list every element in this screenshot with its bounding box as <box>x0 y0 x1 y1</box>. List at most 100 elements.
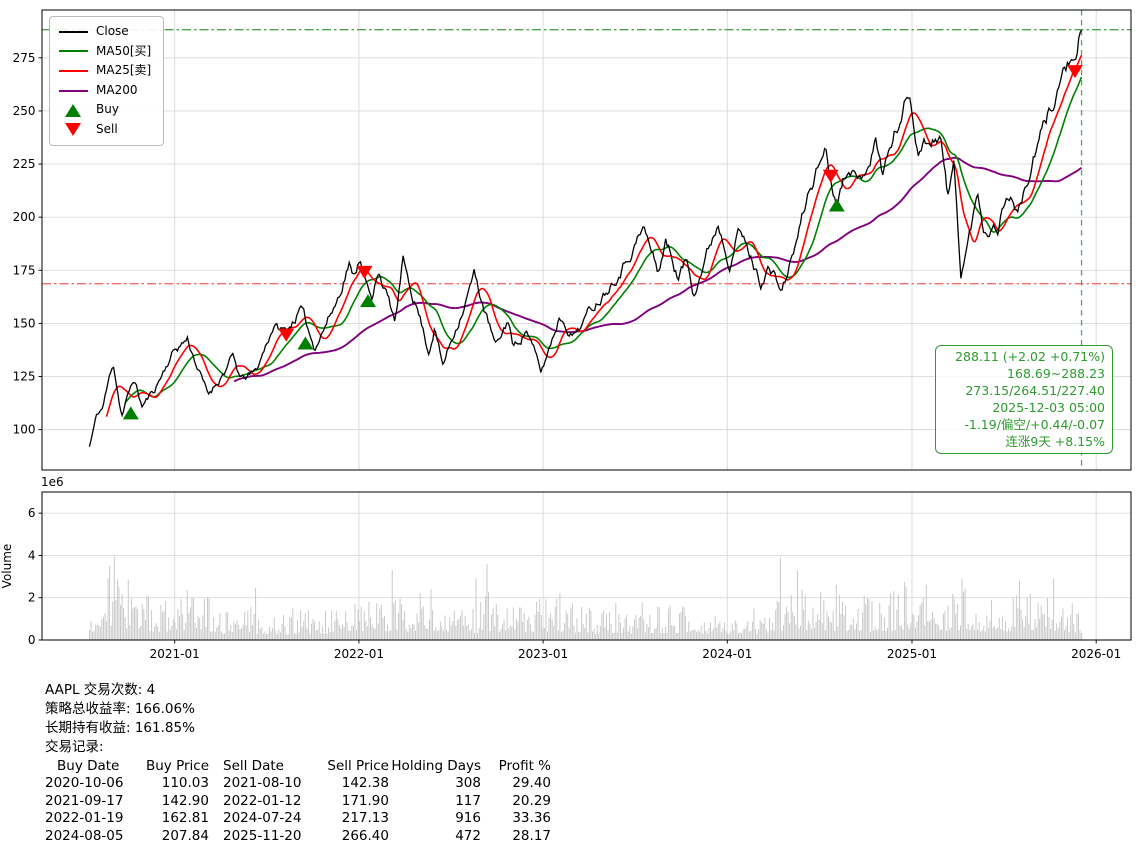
volume-bar <box>407 632 408 640</box>
volume-bar <box>878 629 879 640</box>
y-tick-label: 275 <box>13 51 36 65</box>
trade-table: Buy DateBuy PriceSell DateSell PriceHold… <box>45 758 551 845</box>
volume-bar <box>132 609 133 640</box>
trade-col-header: Buy Price <box>137 758 209 775</box>
volume-bar <box>805 595 806 640</box>
volume-bar <box>1027 598 1028 640</box>
annotation-line: 288.11 (+2.02 +0.71%) <box>940 349 1105 366</box>
volume-bar <box>384 616 385 640</box>
volume-bar <box>915 628 916 640</box>
volume-bar <box>946 631 947 640</box>
volume-bar <box>1058 628 1059 640</box>
volume-bar <box>791 595 792 640</box>
volume-bar <box>524 613 525 640</box>
volume-bar <box>199 618 200 640</box>
volume-bar <box>1061 617 1062 640</box>
volume-bar <box>755 629 756 640</box>
volume-bar <box>837 627 838 640</box>
volume-bar <box>431 590 432 640</box>
volume-bar <box>514 629 515 640</box>
volume-bar <box>278 630 279 640</box>
volume-bar <box>682 607 683 641</box>
volume-bar <box>653 633 654 640</box>
volume-bar <box>218 625 219 640</box>
volume-bar <box>101 619 102 640</box>
volume-bar <box>1021 610 1022 640</box>
volume-bar <box>89 630 90 640</box>
volume-bar <box>292 609 293 641</box>
volume-bar <box>491 615 492 640</box>
legend-item-buy: Buy <box>58 100 155 120</box>
volume-bar <box>136 607 137 640</box>
volume-bar <box>769 618 770 640</box>
annotation-line: -1.19/偏空/+0.44/-0.07 <box>940 417 1105 434</box>
volume-bar <box>642 603 643 640</box>
volume-bar <box>146 596 147 640</box>
volume-bar <box>466 626 467 640</box>
volume-bar <box>884 618 885 641</box>
volume-bar <box>395 600 396 640</box>
volume-bar <box>971 626 972 640</box>
volume-bar <box>508 628 509 640</box>
volume-bar <box>626 615 627 640</box>
volume-bar <box>892 631 893 640</box>
volume-bar <box>1036 627 1037 640</box>
trade-cell: 162.81 <box>137 810 209 827</box>
volume-bar <box>263 633 264 640</box>
volume-bar <box>702 634 703 641</box>
volume-bar <box>271 631 272 640</box>
volume-bar <box>764 618 765 640</box>
volume-bar <box>963 592 964 640</box>
volume-bar <box>926 585 927 640</box>
volume-bar <box>920 605 921 640</box>
volume-bar <box>1064 630 1065 640</box>
sell-triangle-icon <box>58 123 88 136</box>
volume-bar <box>288 634 289 640</box>
volume-bar <box>887 628 888 640</box>
volume-bar <box>901 626 902 640</box>
volume-bar <box>1080 630 1081 640</box>
volume-bar <box>522 622 523 640</box>
trade-row: 2020-10-06110.032021-08-10142.3830829.40 <box>45 775 551 792</box>
volume-bar <box>590 611 591 640</box>
volume-bar <box>589 608 590 640</box>
volume-bar <box>921 603 922 640</box>
volume-bar <box>545 599 546 640</box>
volume-bar <box>268 634 269 640</box>
volume-bar <box>170 630 171 640</box>
volume-bar <box>224 633 225 640</box>
volume-bar <box>455 626 456 640</box>
volume-bar <box>212 631 213 640</box>
volume-bar <box>472 609 473 640</box>
volume-bar <box>1014 627 1015 640</box>
volume-bar <box>865 604 866 640</box>
volume-bar <box>160 605 161 640</box>
volume-bar <box>853 619 854 640</box>
trade-cell: 28.17 <box>481 828 551 845</box>
volume-bar <box>353 626 354 640</box>
volume-bar <box>1030 594 1031 640</box>
volume-bar <box>1044 614 1045 640</box>
volume-bar <box>519 608 520 640</box>
volume-bar <box>109 566 110 640</box>
volume-bar <box>485 596 486 640</box>
annotation-line: 2025-12-03 05:00 <box>940 400 1105 417</box>
volume-bar <box>870 632 871 640</box>
volume-bar <box>965 589 966 640</box>
volume-bar <box>676 633 677 640</box>
volume-bar <box>937 624 938 640</box>
volume-bar <box>1056 624 1057 641</box>
x-tick-label: 2026-01 <box>1071 647 1121 661</box>
volume-bar <box>375 629 376 640</box>
volume-bar <box>238 625 239 640</box>
volume-bar <box>659 607 660 640</box>
volume-bar <box>390 630 391 640</box>
volume-bar <box>600 626 601 640</box>
volume-bar <box>797 570 798 640</box>
volume-bar <box>587 633 588 641</box>
volume-bar <box>861 630 862 640</box>
volume-bar <box>386 631 387 640</box>
volume-bar <box>830 621 831 640</box>
volume-bar <box>521 608 522 640</box>
volume-bar <box>361 607 362 640</box>
